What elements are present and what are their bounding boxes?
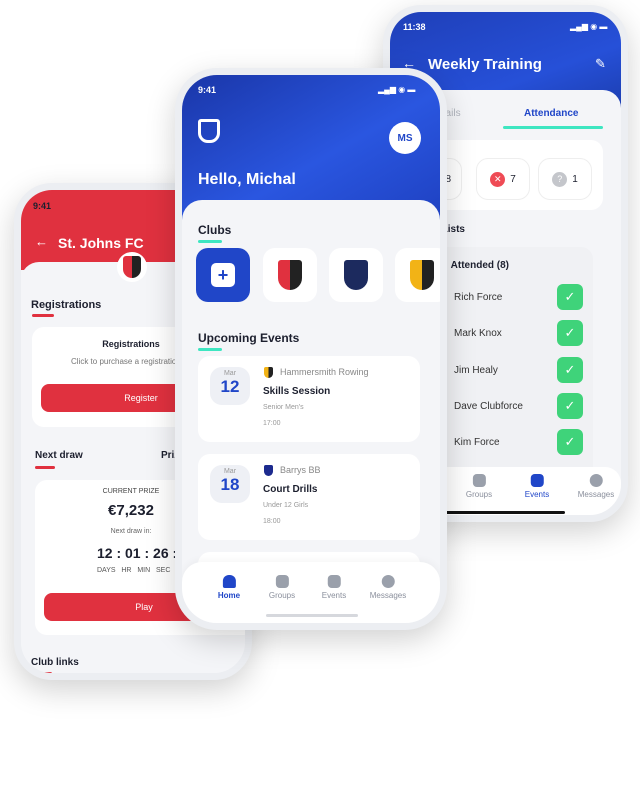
check-icon[interactable]: ✓	[557, 357, 583, 383]
groups-icon	[472, 474, 486, 487]
page-title: Weekly Training	[428, 56, 542, 73]
club-tile[interactable]	[395, 248, 440, 302]
check-icon[interactable]: ✓	[557, 393, 583, 419]
question-icon: ?	[552, 171, 568, 187]
tab-underline	[35, 466, 55, 469]
nav-groups[interactable]: Groups	[269, 575, 295, 600]
groups-icon	[275, 575, 289, 588]
stat-unknown: ? 1	[538, 158, 592, 200]
plus-icon: +	[211, 263, 235, 287]
status-time: 9:41	[33, 201, 52, 211]
status-icons: ▂▄▆ ◉ ▬	[570, 22, 608, 31]
club-crest	[410, 260, 434, 290]
tab-underline	[503, 126, 603, 129]
nav-events[interactable]: Events	[322, 575, 346, 600]
edit-icon[interactable]: ✎	[595, 56, 606, 72]
club-crest-icon	[264, 465, 273, 476]
event-time: 18:00	[263, 518, 281, 525]
registrations-heading: Registrations	[31, 299, 102, 311]
event-time: 17:00	[263, 420, 281, 427]
nav-messages[interactable]: Messages	[578, 474, 614, 499]
event-group: Under 12 Girls	[263, 502, 309, 509]
heading-underline	[198, 348, 222, 351]
status-time: 11:38	[403, 22, 426, 32]
messages-icon	[381, 575, 395, 588]
heading-underline	[32, 314, 54, 317]
club-tile[interactable]	[263, 248, 317, 302]
club-tile[interactable]	[329, 248, 383, 302]
event-title: Court Drills	[263, 484, 318, 495]
home-icon	[222, 575, 236, 588]
club-crest	[278, 260, 302, 290]
date-badge: Mar 12	[210, 367, 250, 405]
status-time: 9:41	[198, 85, 217, 95]
next-draw-tab[interactable]: Next draw	[35, 450, 83, 461]
tab-attendance[interactable]: Attendance	[524, 108, 578, 119]
calendar-icon	[530, 474, 544, 487]
events-heading: Upcoming Events	[198, 331, 300, 345]
nav-messages[interactable]: Messages	[370, 575, 406, 600]
back-icon[interactable]: ←	[35, 234, 48, 249]
add-club-button[interactable]: +	[196, 248, 250, 302]
event-club: Barrys BB	[280, 465, 321, 475]
person-name: Kim Force	[454, 437, 500, 448]
card-text: Click to purchase a registration	[71, 357, 181, 366]
nav-home[interactable]: Home	[218, 575, 240, 600]
person-name: Mark Knox	[454, 328, 502, 339]
x-icon: ✕	[490, 171, 506, 187]
club-crest-icon	[264, 367, 273, 378]
club-crest	[344, 260, 368, 290]
event-card[interactable]: Mar 18 Barrys BB Court Drills Under 12 G…	[198, 454, 420, 540]
club-links-heading: Club links	[31, 657, 79, 668]
avatar[interactable]: MS	[389, 122, 421, 154]
person-name: Jim Healy	[454, 365, 498, 376]
club-crest	[117, 252, 147, 282]
check-icon[interactable]: ✓	[557, 284, 583, 310]
page-title: St. Johns FC	[58, 235, 144, 251]
date-badge: Mar 18	[210, 465, 250, 503]
nav-groups[interactable]: Groups	[466, 474, 492, 499]
countdown-units: DAYS HR MIN SEC	[97, 567, 171, 574]
heading-underline	[198, 240, 222, 243]
event-group: Senior Men's	[263, 404, 304, 411]
greeting: Hello, Michal	[198, 171, 296, 188]
person-name: Rich Force	[454, 292, 503, 303]
stat-declined: ✕ 7	[476, 158, 530, 200]
home-indicator	[445, 511, 565, 514]
clubs-heading: Clubs	[198, 223, 232, 237]
person-name: Dave Clubforce	[454, 401, 523, 412]
messages-icon	[589, 474, 603, 487]
event-club: Hammersmith Rowing	[280, 367, 369, 377]
check-icon[interactable]: ✓	[557, 320, 583, 346]
check-icon[interactable]: ✓	[557, 429, 583, 455]
app-logo-icon	[198, 119, 220, 143]
status-icons: ▂▄▆ ◉ ▬	[378, 85, 416, 94]
calendar-icon	[327, 575, 341, 588]
event-card[interactable]: Mar 12 Hammersmith Rowing Skills Session…	[198, 356, 420, 442]
event-title: Skills Session	[263, 386, 331, 397]
home-indicator	[266, 614, 358, 617]
middle-phone: 9:41 ▂▄▆ ◉ ▬ MS Hello, Michal Clubs + Up…	[175, 68, 447, 630]
nav-events[interactable]: Events	[525, 474, 549, 499]
heading-underline	[32, 672, 52, 673]
